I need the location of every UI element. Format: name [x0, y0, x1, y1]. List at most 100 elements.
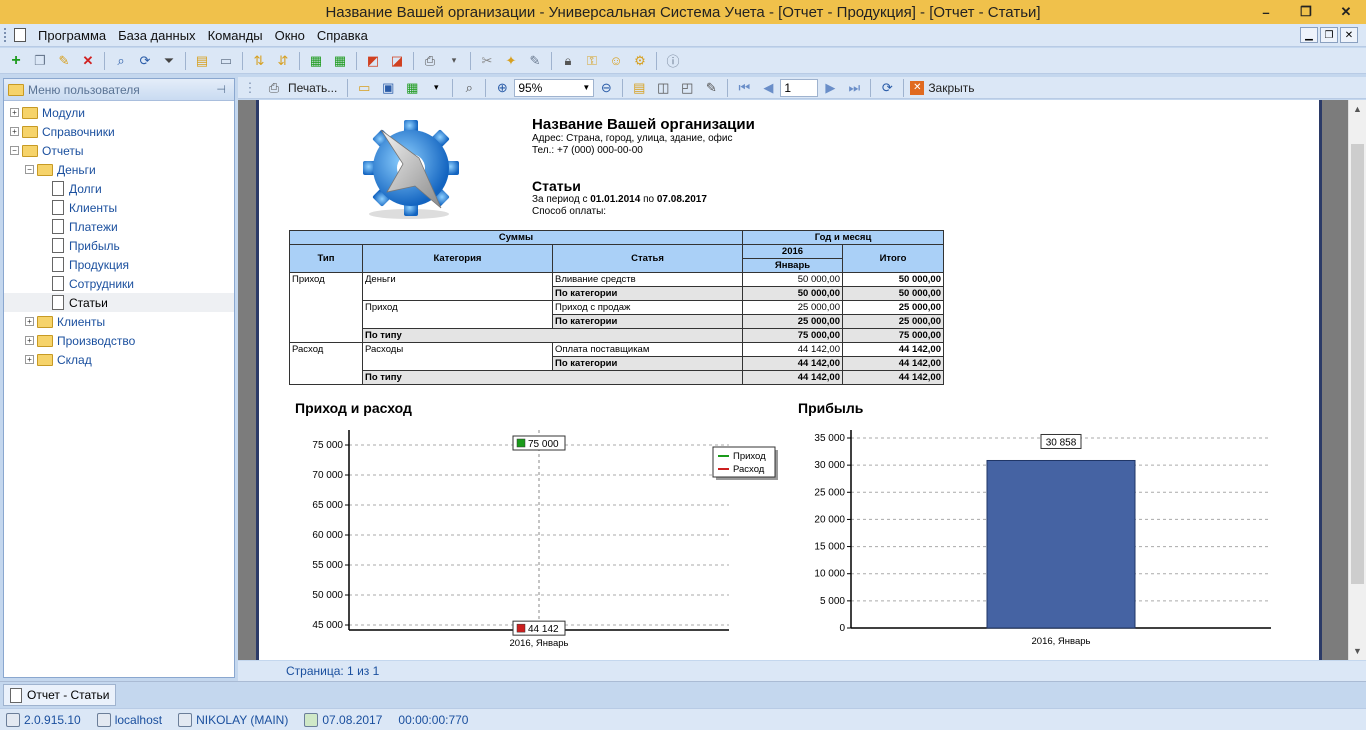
sidebar-item[interactable]: − Деньги	[4, 160, 234, 179]
refresh-icon[interactable]: ⟳	[877, 78, 897, 98]
menu-window[interactable]: Окно	[269, 28, 311, 43]
expand-icon[interactable]: +	[10, 108, 19, 117]
first-page-icon[interactable]: ⏮	[734, 78, 754, 98]
close-report-icon[interactable]: ✕	[910, 80, 925, 95]
zoom-out-icon[interactable]: ⊖	[596, 78, 616, 98]
close-button[interactable]: ✕	[1326, 0, 1366, 24]
filter-icon[interactable]: ⏷	[159, 51, 179, 71]
mdi-close-icon[interactable]: ✕	[1340, 27, 1358, 43]
edit-page-icon[interactable]: ✎	[701, 78, 721, 98]
print-button[interactable]: Печать...	[288, 81, 337, 95]
minimize-button[interactable]: –	[1246, 0, 1286, 24]
sidebar-item-label: Деньги	[57, 162, 96, 177]
collapse-icon[interactable]: −	[25, 165, 34, 174]
key-icon[interactable]: ⚿	[582, 51, 602, 71]
page-setup-icon[interactable]: ◰	[677, 78, 697, 98]
find-icon[interactable]: ⌕	[459, 78, 479, 98]
menu-commands[interactable]: Команды	[202, 28, 269, 43]
scroll-thumb[interactable]	[1351, 144, 1364, 584]
report-icon	[52, 238, 64, 253]
form-edit-icon[interactable]: ✎	[525, 51, 545, 71]
zoom-select[interactable]: 95% ▼	[514, 78, 595, 97]
toolbar-separator	[551, 51, 552, 70]
single-page-icon[interactable]: ▤	[629, 78, 649, 98]
sidebar-item[interactable]: + Модули	[4, 103, 234, 122]
edit-icon[interactable]: ✎	[54, 51, 74, 71]
maximize-button[interactable]: ❐	[1286, 0, 1326, 24]
print-icon[interactable]: ⎙	[420, 51, 440, 71]
document-icon[interactable]	[14, 28, 26, 42]
expand-icon[interactable]: +	[10, 127, 19, 136]
sort-icon[interactable]: ⇅	[249, 51, 269, 71]
settings-icon[interactable]: ⚙	[630, 51, 650, 71]
sidebar-item[interactable]: Платежи	[4, 217, 234, 236]
sidebar-item[interactable]: Клиенты	[4, 198, 234, 217]
group-icon[interactable]: ⇵	[273, 51, 293, 71]
y-tick-label: 25 000	[814, 487, 845, 498]
pin-icon[interactable]: ⊣	[216, 83, 226, 96]
lock-icon[interactable]: 🔒︎	[558, 51, 578, 71]
dropdown-icon[interactable]: ▾	[444, 51, 464, 71]
close-report-button[interactable]: Закрыть	[928, 81, 974, 95]
expand-icon[interactable]: +	[25, 355, 34, 364]
version-label: 2.0.915.10	[24, 712, 81, 727]
preview-toolbar: ⋮ ⎙ Печать... ▭ ▣ ▦ ▾ ⌕ ⊕ 95% ▼ ⊖ ▤ ◫ ◰ …	[238, 77, 1366, 99]
copy-icon[interactable]: ❐	[30, 51, 50, 71]
close-window-icon[interactable]: ◪	[387, 51, 407, 71]
sidebar-item[interactable]: + Справочники	[4, 122, 234, 141]
x-tick-label: 2016, Январь	[510, 638, 569, 649]
mdi-minimize-icon[interactable]: ▁	[1300, 27, 1318, 43]
income-expense-chart-title: Приход и расход	[295, 400, 412, 416]
wizard-icon[interactable]: ✦	[501, 51, 521, 71]
dropdown-icon[interactable]: ▾	[426, 78, 446, 98]
sidebar-item[interactable]: + Производство	[4, 331, 234, 350]
tools-icon[interactable]: ✂	[477, 51, 497, 71]
main-toolbar: + ❐ ✎ ✕ ⌕ ⟳ ⏷ ▤ ▭ ⇅ ⇵ ▦ ▦ ◩ ◪ ⎙ ▾ ✂ ✦ ✎ …	[0, 48, 1366, 74]
page-number-input[interactable]	[780, 78, 819, 97]
tab-report-articles[interactable]: Отчет - Статьи	[3, 684, 117, 706]
tree-icon[interactable]: ▤	[192, 51, 212, 71]
menu-database[interactable]: База данных	[112, 28, 201, 43]
export-menu-icon[interactable]: ▦	[330, 51, 350, 71]
collapse-icon[interactable]: −	[10, 146, 19, 155]
expand-icon[interactable]: +	[25, 336, 34, 345]
print-icon[interactable]: ⎙	[264, 78, 284, 98]
sidebar-item[interactable]: + Клиенты	[4, 312, 234, 331]
sidebar-item[interactable]: − Отчеты	[4, 141, 234, 160]
open-icon[interactable]: ▭	[354, 78, 374, 98]
scroll-down-icon[interactable]: ▼	[1353, 646, 1362, 656]
refresh-icon[interactable]: ⟳	[135, 51, 155, 71]
users-icon[interactable]: ☺	[606, 51, 626, 71]
expand-icon[interactable]: +	[25, 317, 34, 326]
save-icon[interactable]: ▣	[378, 78, 398, 98]
sidebar-item[interactable]: Долги	[4, 179, 234, 198]
delete-icon[interactable]: ✕	[78, 51, 98, 71]
sidebar-item-label: Продукция	[69, 257, 130, 272]
vertical-scrollbar[interactable]: ▲ ▼	[1348, 100, 1366, 660]
sidebar-item[interactable]: Сотрудники	[4, 274, 234, 293]
y-tick-label: 65 000	[312, 500, 343, 511]
sidebar-item[interactable]: Статьи	[4, 293, 234, 312]
export-excel-icon[interactable]: ▦	[306, 51, 326, 71]
sidebar-item[interactable]: Продукция	[4, 255, 234, 274]
report-title: Статьи	[532, 178, 581, 194]
menu-help[interactable]: Справка	[311, 28, 374, 43]
toolbar-separator	[356, 51, 357, 70]
info-icon[interactable]: ⓘ	[663, 51, 683, 71]
sidebar-item[interactable]: + Склад	[4, 350, 234, 369]
search-icon[interactable]: ⌕	[111, 51, 131, 71]
zoom-in-icon[interactable]: ⊕	[492, 78, 512, 98]
new-window-icon[interactable]: ◩	[363, 51, 383, 71]
mdi-restore-icon[interactable]: ❐	[1320, 27, 1338, 43]
table-row: Приход Приход с продаж 25 000,00 25 000,…	[290, 300, 944, 329]
prev-page-icon[interactable]: ◀	[758, 78, 778, 98]
last-page-icon[interactable]: ⏭	[844, 78, 864, 98]
comment-icon[interactable]: ▭	[216, 51, 236, 71]
two-pages-icon[interactable]: ◫	[653, 78, 673, 98]
export-icon[interactable]: ▦	[402, 78, 422, 98]
menu-program[interactable]: Программа	[32, 28, 112, 43]
sidebar-item[interactable]: Прибыль	[4, 236, 234, 255]
next-page-icon[interactable]: ▶	[820, 78, 840, 98]
scroll-up-icon[interactable]: ▲	[1353, 104, 1362, 114]
add-icon[interactable]: +	[6, 51, 26, 71]
